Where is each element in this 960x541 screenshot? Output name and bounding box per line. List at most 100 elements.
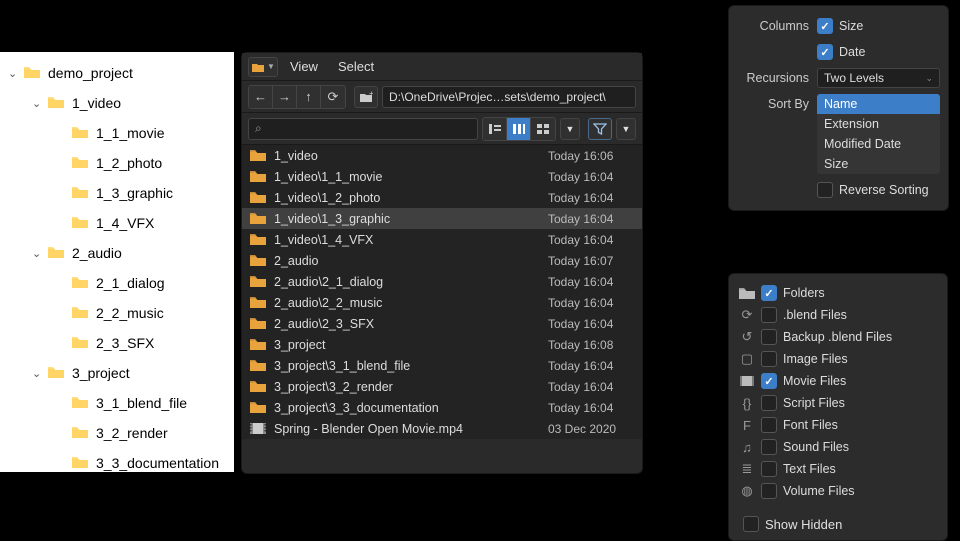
- folder-icon: [72, 276, 90, 290]
- sort-option[interactable]: Modified Date: [817, 134, 940, 154]
- filter-row[interactable]: ⟳.blend Files: [737, 304, 939, 326]
- file-list[interactable]: 1_videoToday 16:061_video\1_1_movieToday…: [242, 145, 642, 439]
- menu-view[interactable]: View: [282, 59, 326, 74]
- reverse-sorting-checkbox[interactable]: [817, 182, 833, 198]
- file-row[interactable]: 2_audio\2_3_SFXToday 16:04: [242, 313, 642, 334]
- tree-item-label: 1_2_photo: [96, 155, 162, 171]
- filter-row[interactable]: ▢Image Files: [737, 348, 939, 370]
- filter-checkbox[interactable]: [761, 483, 777, 499]
- tree-item[interactable]: 1_2_photo: [4, 148, 234, 178]
- new-directory-button[interactable]: +: [354, 86, 378, 108]
- forward-button[interactable]: →: [273, 86, 297, 108]
- display-settings-dropdown[interactable]: ▼: [560, 118, 580, 140]
- columns-size-checkbox[interactable]: [817, 18, 833, 34]
- tree-item[interactable]: 3_3_documentation: [4, 448, 234, 472]
- file-date: Today 16:04: [548, 317, 634, 331]
- file-row[interactable]: 2_audio\2_1_dialogToday 16:04: [242, 271, 642, 292]
- sort-option[interactable]: Name: [817, 94, 940, 114]
- file-date: Today 16:04: [548, 233, 634, 247]
- file-row[interactable]: 3_projectToday 16:08: [242, 334, 642, 355]
- windows-folder-tree[interactable]: ⌄demo_project⌄1_video1_1_movie 1_2_photo 1…: [0, 52, 234, 472]
- chevron-down-icon[interactable]: ⌄: [8, 67, 24, 80]
- file-row[interactable]: 2_audio\2_2_musicToday 16:04: [242, 292, 642, 313]
- display-thumbnails[interactable]: [531, 118, 555, 140]
- tree-item[interactable]: 3_2_render: [4, 418, 234, 448]
- tree-item[interactable]: 1_3_graphic: [4, 178, 234, 208]
- filter-row[interactable]: Folders: [737, 282, 939, 304]
- file-row[interactable]: 3_project\3_3_documentationToday 16:04: [242, 397, 642, 418]
- folder-icon: [72, 426, 90, 440]
- up-button[interactable]: ↑: [297, 86, 321, 108]
- filter-checkbox[interactable]: [761, 351, 777, 367]
- file-row[interactable]: 1_videoToday 16:06: [242, 145, 642, 166]
- filter-checkbox[interactable]: [761, 439, 777, 455]
- filter-row[interactable]: ♫Sound Files: [737, 436, 939, 458]
- folder-icon: [250, 338, 268, 351]
- filter-button[interactable]: [588, 118, 612, 140]
- editor-type-dropdown[interactable]: ▼: [248, 57, 278, 77]
- tree-item-label: 3_3_documentation: [96, 455, 219, 471]
- file-row[interactable]: 1_video\1_2_photoToday 16:04: [242, 187, 642, 208]
- filter-settings-dropdown[interactable]: ▼: [616, 118, 636, 140]
- filter-row[interactable]: {}Script Files: [737, 392, 939, 414]
- folder-icon: [250, 317, 268, 330]
- filter-checkbox[interactable]: [761, 417, 777, 433]
- tree-item[interactable]: 1_1_movie: [4, 118, 234, 148]
- chevron-down-icon[interactable]: ⌄: [32, 97, 48, 110]
- tree-item[interactable]: ⌄demo_project: [4, 58, 234, 88]
- file-row[interactable]: 3_project\3_1_blend_fileToday 16:04: [242, 355, 642, 376]
- filter-row[interactable]: FFont Files: [737, 414, 939, 436]
- recursions-label: Recursions: [737, 71, 817, 85]
- search-input[interactable]: ⌕: [248, 118, 478, 140]
- back-button[interactable]: ←: [249, 86, 273, 108]
- file-date: Today 16:07: [548, 254, 634, 268]
- recursions-select[interactable]: Two Levels ⌄: [817, 68, 940, 88]
- file-row[interactable]: 1_video\1_4_VFXToday 16:04: [242, 229, 642, 250]
- columns-date-text: Date: [839, 45, 865, 59]
- display-horizontal-list[interactable]: [507, 118, 531, 140]
- chevron-down-icon: ⌄: [925, 73, 933, 84]
- tree-item[interactable]: ⌄2_audio: [4, 238, 234, 268]
- font-icon: F: [737, 418, 757, 433]
- tree-item[interactable]: 2_2_music: [4, 298, 234, 328]
- folder-icon: [72, 156, 90, 170]
- filter-checkbox[interactable]: [761, 395, 777, 411]
- chevron-down-icon[interactable]: ⌄: [32, 367, 48, 380]
- sort-option[interactable]: Size: [817, 154, 940, 174]
- filter-label: Image Files: [783, 352, 848, 366]
- refresh-button[interactable]: ⟳: [321, 86, 345, 108]
- chevron-down-icon[interactable]: ⌄: [32, 247, 48, 260]
- filter-row[interactable]: ↺Backup .blend Files: [737, 326, 939, 348]
- filter-row[interactable]: Movie Files: [737, 370, 939, 392]
- file-row[interactable]: Spring - Blender Open Movie.mp403 Dec 20…: [242, 418, 642, 439]
- filter-label: Backup .blend Files: [783, 330, 892, 344]
- show-hidden-row[interactable]: Show Hidden: [737, 516, 939, 532]
- tree-item[interactable]: ⌄3_project: [4, 358, 234, 388]
- display-vertical-list[interactable]: [483, 118, 507, 140]
- tree-item[interactable]: ⌄1_video: [4, 88, 234, 118]
- tree-item[interactable]: 3_1_blend_file: [4, 388, 234, 418]
- file-row[interactable]: 1_video\1_3_graphicToday 16:04: [242, 208, 642, 229]
- tree-item-label: 3_1_blend_file: [96, 395, 187, 411]
- filter-checkbox[interactable]: [761, 307, 777, 323]
- filter-row[interactable]: ≣Text Files: [737, 458, 939, 480]
- tree-item[interactable]: 2_1_dialog: [4, 268, 234, 298]
- filter-checkbox[interactable]: [761, 373, 777, 389]
- menu-select[interactable]: Select: [330, 59, 382, 74]
- folder-icon: [250, 149, 268, 162]
- filter-checkbox[interactable]: [761, 329, 777, 345]
- filter-checkbox[interactable]: [761, 461, 777, 477]
- sort-by-list[interactable]: NameExtensionModified DateSize: [817, 94, 940, 174]
- file-row[interactable]: 2_audioToday 16:07: [242, 250, 642, 271]
- filter-checkbox[interactable]: [761, 285, 777, 301]
- columns-date-checkbox[interactable]: [817, 44, 833, 60]
- path-input[interactable]: D:\OneDrive\Projec…sets\demo_project\: [382, 86, 636, 108]
- file-row[interactable]: 1_video\1_1_movieToday 16:04: [242, 166, 642, 187]
- file-row[interactable]: 3_project\3_2_renderToday 16:04: [242, 376, 642, 397]
- filter-row[interactable]: ◍Volume Files: [737, 480, 939, 502]
- folder-icon: [250, 233, 268, 246]
- show-hidden-checkbox[interactable]: [743, 516, 759, 532]
- tree-item[interactable]: 1_4_VFX: [4, 208, 234, 238]
- tree-item[interactable]: 2_3_SFX: [4, 328, 234, 358]
- sort-option[interactable]: Extension: [817, 114, 940, 134]
